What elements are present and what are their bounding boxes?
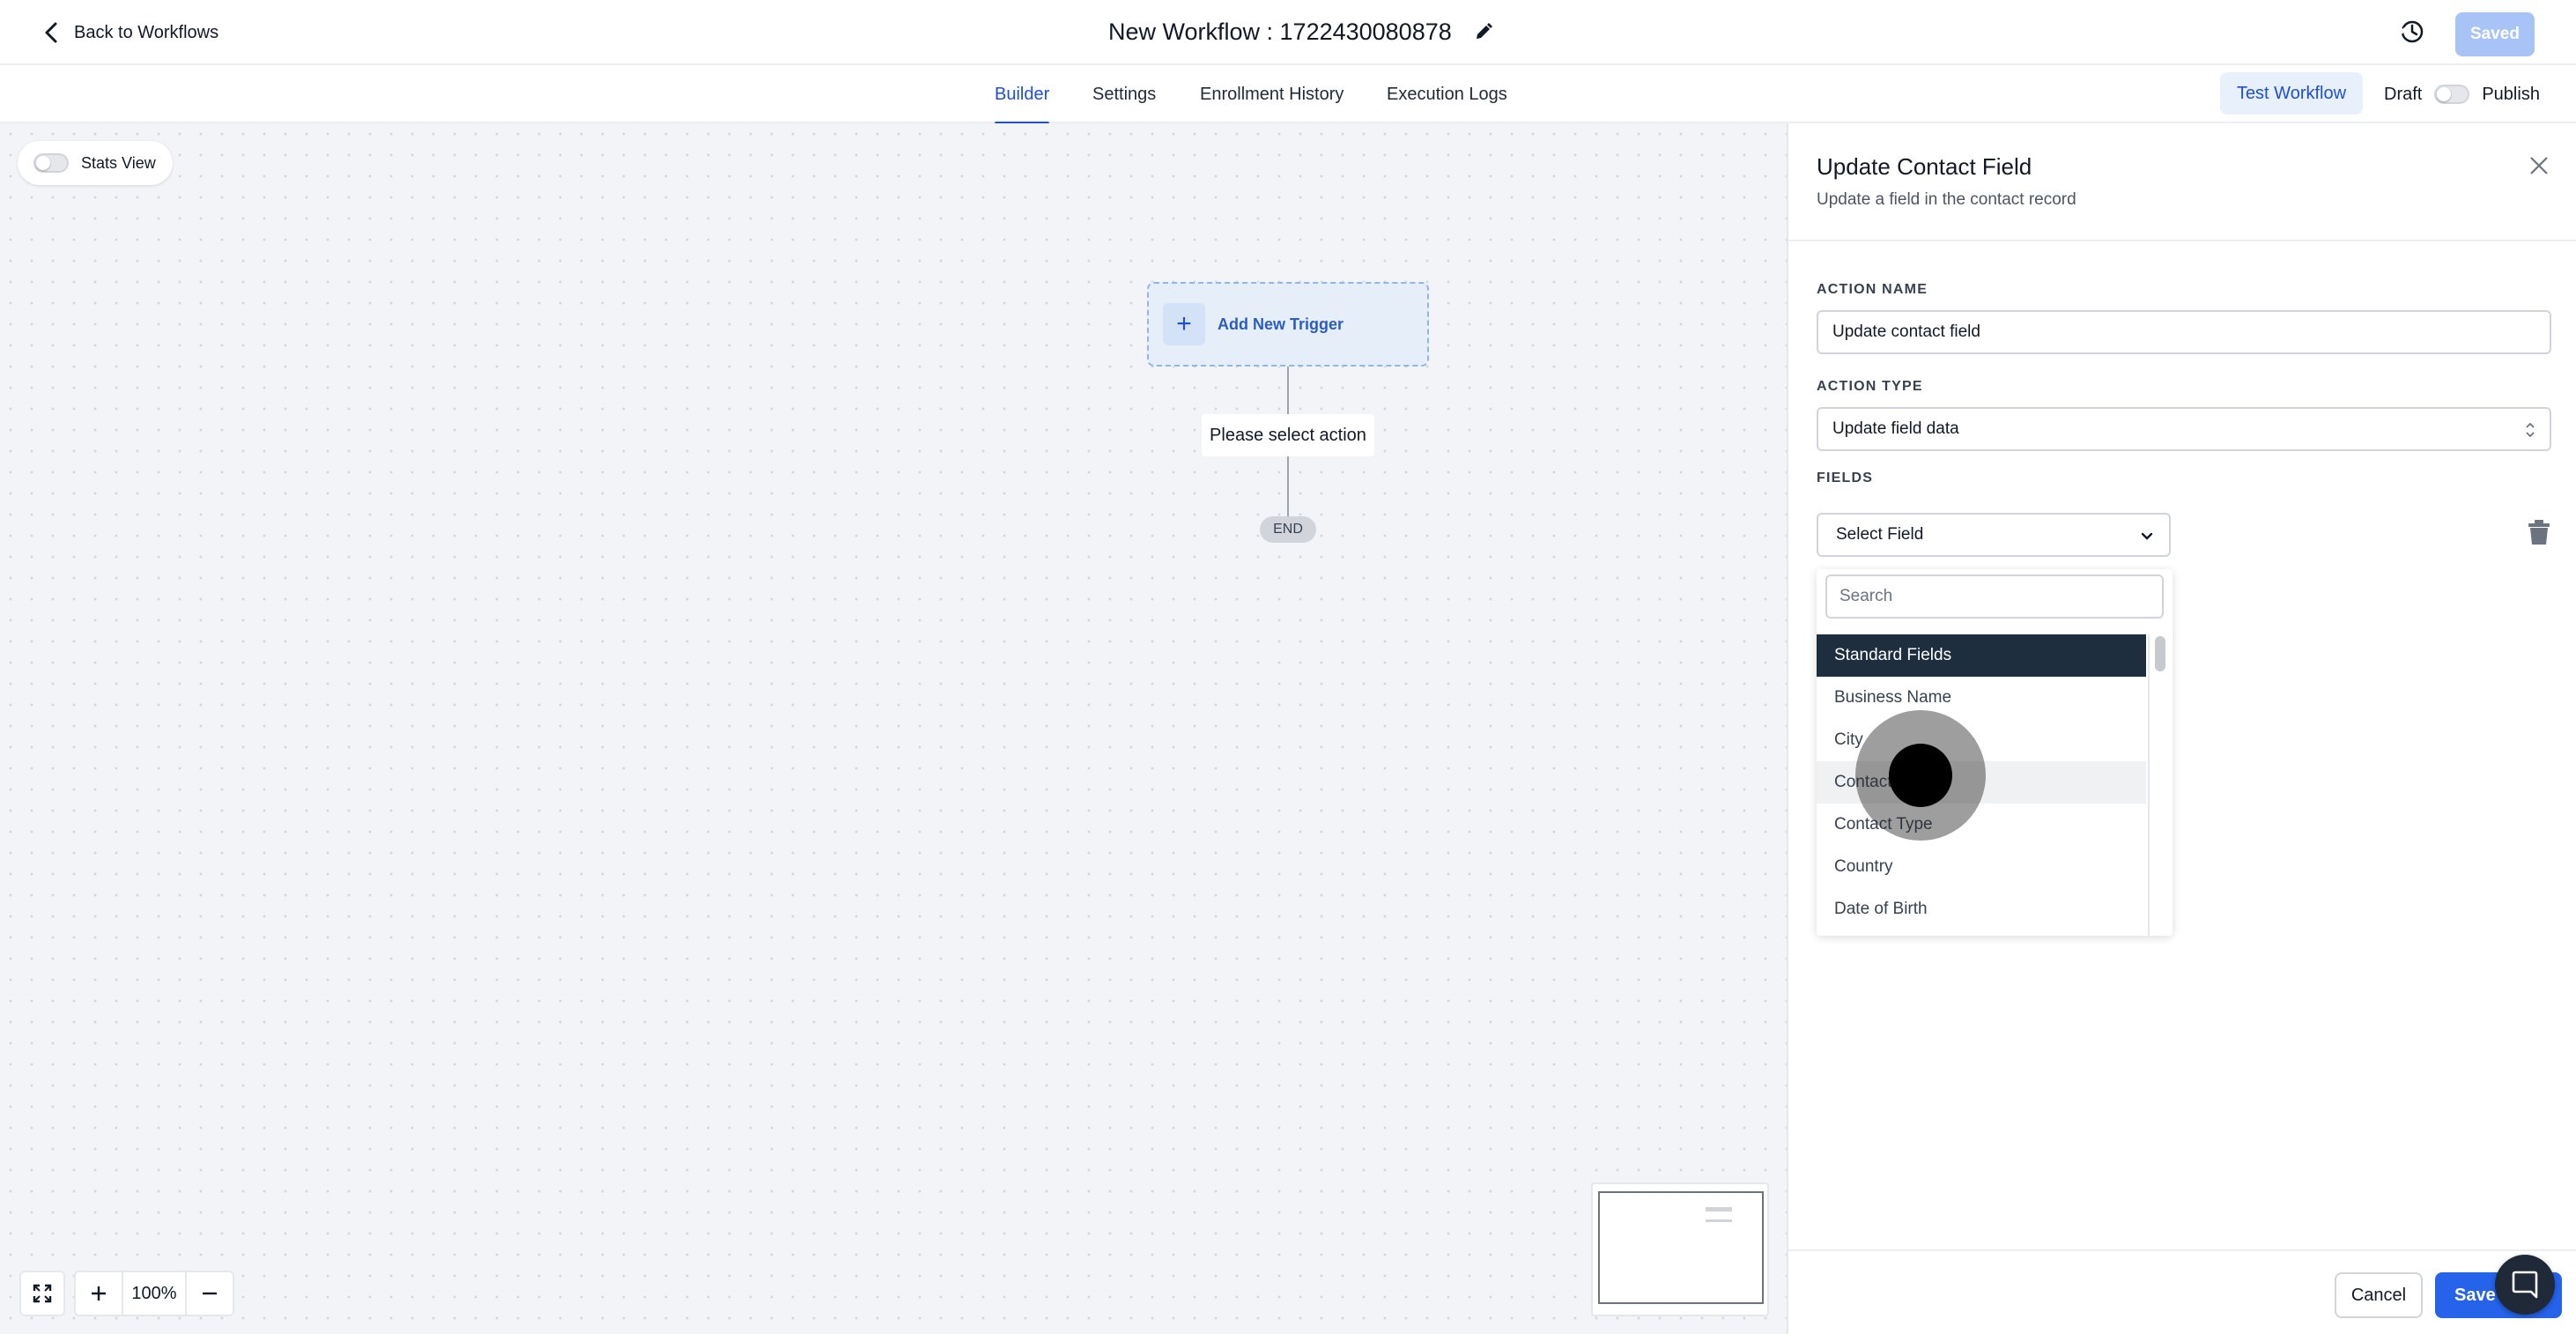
stats-view-toggle[interactable]: Stats View [18, 141, 173, 185]
action-name-input[interactable]: Update contact field [1817, 310, 2551, 354]
select-arrows-icon [2526, 422, 2535, 438]
chat-icon [2512, 1271, 2538, 1299]
publish-label: Publish [2482, 84, 2540, 104]
minus-icon [203, 1292, 217, 1295]
scrollbar-thumb[interactable] [2155, 636, 2165, 671]
pencil-icon[interactable] [1473, 21, 1494, 42]
sub-navigation: Builder Settings Enrollment History Exec… [0, 65, 2576, 125]
minimap[interactable] [1591, 1182, 1769, 1316]
zoom-in-button[interactable] [76, 1272, 122, 1315]
minimap-node [1706, 1207, 1732, 1212]
zoom-out-button[interactable] [187, 1272, 233, 1315]
action-type-label: ACTION TYPE [1817, 379, 1923, 394]
panel-header: Update Contact Field Update a field in t… [1788, 123, 2576, 241]
panel-footer: Cancel Save A [1788, 1249, 2576, 1334]
cancel-button[interactable]: Cancel [2335, 1272, 2423, 1318]
tab-execution-logs[interactable]: Execution Logs [1387, 65, 1507, 123]
workflow-title-group: New Workflow : 1722430080878 [1108, 14, 1494, 49]
plus-icon [92, 1286, 106, 1301]
select-field-dropdown[interactable]: Select Field [1817, 513, 2171, 557]
tab-settings[interactable]: Settings [1092, 65, 1156, 123]
workflow-title: New Workflow : 1722430080878 [1108, 18, 1452, 45]
panel-subtitle: Update a field in the contact record [1817, 190, 2076, 209]
zoom-controls: 100% [19, 1271, 234, 1316]
connector-line [1287, 367, 1289, 414]
connector-line [1287, 456, 1289, 516]
back-label: Back to Workflows [74, 22, 219, 42]
action-node[interactable]: Please select action [1202, 414, 1374, 456]
history-icon[interactable] [2398, 18, 2426, 46]
add-trigger-card[interactable]: + Add New Trigger [1147, 282, 1429, 367]
back-to-workflows-link[interactable]: Back to Workflows [42, 16, 218, 49]
trash-icon[interactable] [2527, 518, 2551, 546]
minimap-node [1706, 1219, 1732, 1222]
fields-label: FIELDS [1817, 471, 1874, 485]
zoom-level: 100% [122, 1272, 187, 1315]
dropdown-option[interactable]: Country [1817, 846, 2146, 888]
action-name-label: ACTION NAME [1817, 282, 1928, 297]
stats-view-switch[interactable] [33, 153, 69, 173]
minimap-viewport [1598, 1191, 1764, 1304]
action-type-value: Update field data [1832, 419, 1959, 438]
action-type-select[interactable]: Update field data [1817, 407, 2551, 451]
close-icon[interactable] [2527, 153, 2551, 178]
draft-label: Draft [2384, 84, 2423, 104]
chevron-left-icon [45, 22, 57, 43]
fit-view-button[interactable] [19, 1271, 65, 1316]
dropdown-option[interactable]: Date of Birth [1817, 888, 2146, 930]
expand-icon [33, 1284, 52, 1303]
plus-icon: + [1163, 303, 1205, 345]
chat-widget-button[interactable] [2495, 1255, 2555, 1315]
publish-toggle[interactable] [2434, 85, 2470, 104]
panel-title: Update Contact Field [1817, 153, 2032, 180]
test-workflow-button[interactable]: Test Workflow [2220, 72, 2363, 115]
add-trigger-label: Add New Trigger [1218, 315, 1344, 333]
dropdown-search-input[interactable] [1825, 574, 2164, 619]
stats-view-label: Stats View [81, 153, 156, 172]
publish-toggle-group: Draft Publish [2384, 79, 2540, 109]
dropdown-group-header: Standard Fields [1817, 634, 2146, 677]
dropdown-option[interactable]: Business Name [1817, 677, 2146, 719]
dropdown-scrollbar[interactable] [2148, 634, 2171, 936]
tab-enrollment-history[interactable]: Enrollment History [1200, 65, 1344, 123]
tab-builder[interactable]: Builder [995, 65, 1050, 125]
end-node: END [1260, 516, 1316, 543]
saved-button[interactable]: Saved [2455, 12, 2535, 56]
click-indicator-dot [1889, 744, 1952, 807]
chevron-down-icon [2141, 532, 2153, 540]
workflow-canvas[interactable]: Stats View + Add New Trigger Please sele… [0, 123, 1787, 1334]
zoom-stepper: 100% [74, 1271, 234, 1316]
top-header: Back to Workflows New Workflow : 1722430… [0, 0, 2576, 65]
select-field-placeholder: Select Field [1836, 525, 1924, 544]
